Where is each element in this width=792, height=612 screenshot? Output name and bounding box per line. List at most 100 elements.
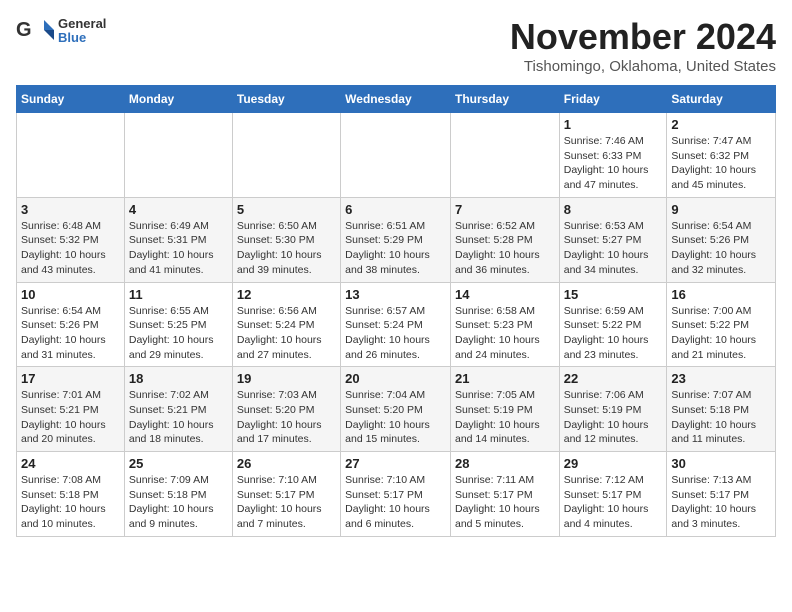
logo-general: General [58, 17, 106, 31]
day-number: 26 [237, 456, 336, 471]
day-cell: 8 Sunrise: 6:53 AM Sunset: 5:27 PM Daylig… [559, 197, 667, 282]
day-cell [232, 113, 340, 198]
day-info: Sunrise: 6:56 AM Sunset: 5:24 PM Dayligh… [237, 304, 336, 363]
day-cell: 26 Sunrise: 7:10 AM Sunset: 5:17 PM Dayli… [232, 452, 340, 537]
day-info: Sunrise: 7:05 AM Sunset: 5:19 PM Dayligh… [455, 388, 555, 447]
day-number: 8 [564, 202, 663, 217]
day-cell [124, 113, 232, 198]
day-number: 9 [671, 202, 771, 217]
day-number: 27 [345, 456, 446, 471]
week-row-1: 1Sunrise: 7:46 AM Sunset: 6:33 PM Daylig… [17, 113, 776, 198]
day-info: Sunrise: 7:03 AM Sunset: 5:20 PM Dayligh… [237, 388, 336, 447]
day-cell: 19 Sunrise: 7:03 AM Sunset: 5:20 PM Dayli… [232, 367, 340, 452]
day-number: 21 [455, 371, 555, 386]
day-cell: 2 Sunrise: 7:47 AM Sunset: 6:32 PM Daylig… [667, 113, 776, 198]
day-info: Sunrise: 6:55 AM Sunset: 5:25 PM Dayligh… [129, 304, 228, 363]
day-number: 10 [21, 287, 120, 302]
day-info: Sunrise: 6:59 AM Sunset: 5:22 PM Dayligh… [564, 304, 663, 363]
day-cell: 24 Sunrise: 7:08 AM Sunset: 5:18 PM Dayli… [17, 452, 125, 537]
day-info: Sunrise: 7:12 AM Sunset: 5:17 PM Dayligh… [564, 473, 663, 532]
day-cell: 9 Sunrise: 6:54 AM Sunset: 5:26 PM Daylig… [667, 197, 776, 282]
day-cell: 16 Sunrise: 7:00 AM Sunset: 5:22 PM Dayli… [667, 282, 776, 367]
weekday-header-wednesday: Wednesday [341, 86, 451, 113]
day-cell: 23 Sunrise: 7:07 AM Sunset: 5:18 PM Dayli… [667, 367, 776, 452]
day-number: 3 [21, 202, 120, 217]
day-info: Sunrise: 6:58 AM Sunset: 5:23 PM Dayligh… [455, 304, 555, 363]
day-info: Sunrise: 6:51 AM Sunset: 5:29 PM Dayligh… [345, 219, 446, 278]
weekday-header-sunday: Sunday [17, 86, 125, 113]
day-number: 7 [455, 202, 555, 217]
day-number: 17 [21, 371, 120, 386]
day-cell [341, 113, 451, 198]
day-cell: 7 Sunrise: 6:52 AM Sunset: 5:28 PM Daylig… [450, 197, 559, 282]
day-cell: 6 Sunrise: 6:51 AM Sunset: 5:29 PM Daylig… [341, 197, 451, 282]
day-number: 15 [564, 287, 663, 302]
month-title: November 2024 [510, 16, 776, 58]
week-row-5: 24 Sunrise: 7:08 AM Sunset: 5:18 PM Dayli… [17, 452, 776, 537]
day-info: Sunrise: 7:01 AM Sunset: 5:21 PM Dayligh… [21, 388, 120, 447]
day-info: Sunrise: 6:57 AM Sunset: 5:24 PM Dayligh… [345, 304, 446, 363]
day-number: 12 [237, 287, 336, 302]
day-cell: 30Sunrise: 7:13 AM Sunset: 5:17 PM Dayli… [667, 452, 776, 537]
week-row-4: 17 Sunrise: 7:01 AM Sunset: 5:21 PM Dayli… [17, 367, 776, 452]
day-number: 22 [564, 371, 663, 386]
day-number: 25 [129, 456, 228, 471]
day-info: Sunrise: 7:04 AM Sunset: 5:20 PM Dayligh… [345, 388, 446, 447]
day-number: 5 [237, 202, 336, 217]
day-cell: 1Sunrise: 7:46 AM Sunset: 6:33 PM Daylig… [559, 113, 667, 198]
day-cell: 29 Sunrise: 7:12 AM Sunset: 5:17 PM Dayli… [559, 452, 667, 537]
day-info: Sunrise: 7:46 AM Sunset: 6:33 PM Dayligh… [564, 134, 663, 193]
title-area: November 2024 Tishomingo, Oklahoma, Unit… [510, 16, 776, 75]
logo-blue: Blue [58, 31, 106, 45]
week-row-2: 3Sunrise: 6:48 AM Sunset: 5:32 PM Daylig… [17, 197, 776, 282]
day-cell: 20 Sunrise: 7:04 AM Sunset: 5:20 PM Dayli… [341, 367, 451, 452]
location: Tishomingo, Oklahoma, United States [510, 58, 776, 75]
day-number: 18 [129, 371, 228, 386]
day-cell: 4Sunrise: 6:49 AM Sunset: 5:31 PM Daylig… [124, 197, 232, 282]
day-cell [17, 113, 125, 198]
day-number: 23 [671, 371, 771, 386]
day-cell: 13 Sunrise: 6:57 AM Sunset: 5:24 PM Dayli… [341, 282, 451, 367]
day-number: 28 [455, 456, 555, 471]
day-cell [450, 113, 559, 198]
day-number: 2 [671, 117, 771, 132]
day-cell: 15 Sunrise: 6:59 AM Sunset: 5:22 PM Dayli… [559, 282, 667, 367]
day-number: 6 [345, 202, 446, 217]
day-cell: 28 Sunrise: 7:11 AM Sunset: 5:17 PM Dayli… [450, 452, 559, 537]
day-number: 14 [455, 287, 555, 302]
weekday-header-thursday: Thursday [450, 86, 559, 113]
day-info: Sunrise: 7:00 AM Sunset: 5:22 PM Dayligh… [671, 304, 771, 363]
weekday-header-tuesday: Tuesday [232, 86, 340, 113]
day-info: Sunrise: 6:50 AM Sunset: 5:30 PM Dayligh… [237, 219, 336, 278]
day-info: Sunrise: 6:49 AM Sunset: 5:31 PM Dayligh… [129, 219, 228, 278]
day-info: Sunrise: 6:53 AM Sunset: 5:27 PM Dayligh… [564, 219, 663, 278]
day-info: Sunrise: 6:54 AM Sunset: 5:26 PM Dayligh… [21, 304, 120, 363]
day-number: 29 [564, 456, 663, 471]
day-info: Sunrise: 7:47 AM Sunset: 6:32 PM Dayligh… [671, 134, 771, 193]
day-info: Sunrise: 7:10 AM Sunset: 5:17 PM Dayligh… [237, 473, 336, 532]
day-number: 20 [345, 371, 446, 386]
day-cell: 11Sunrise: 6:55 AM Sunset: 5:25 PM Dayli… [124, 282, 232, 367]
day-info: Sunrise: 7:06 AM Sunset: 5:19 PM Dayligh… [564, 388, 663, 447]
day-number: 24 [21, 456, 120, 471]
calendar: SundayMondayTuesdayWednesdayThursdayFrid… [16, 85, 776, 537]
day-info: Sunrise: 7:11 AM Sunset: 5:17 PM Dayligh… [455, 473, 555, 532]
day-cell: 18 Sunrise: 7:02 AM Sunset: 5:21 PM Dayli… [124, 367, 232, 452]
day-info: Sunrise: 7:02 AM Sunset: 5:21 PM Dayligh… [129, 388, 228, 447]
day-info: Sunrise: 6:54 AM Sunset: 5:26 PM Dayligh… [671, 219, 771, 278]
weekday-header-saturday: Saturday [667, 86, 776, 113]
day-number: 16 [671, 287, 771, 302]
day-number: 19 [237, 371, 336, 386]
day-cell: 10 Sunrise: 6:54 AM Sunset: 5:26 PM Dayli… [17, 282, 125, 367]
day-info: Sunrise: 7:10 AM Sunset: 5:17 PM Dayligh… [345, 473, 446, 532]
day-number: 13 [345, 287, 446, 302]
day-info: Sunrise: 7:08 AM Sunset: 5:18 PM Dayligh… [21, 473, 120, 532]
day-cell: 22 Sunrise: 7:06 AM Sunset: 5:19 PM Dayli… [559, 367, 667, 452]
day-info: Sunrise: 6:52 AM Sunset: 5:28 PM Dayligh… [455, 219, 555, 278]
day-cell: 3Sunrise: 6:48 AM Sunset: 5:32 PM Daylig… [17, 197, 125, 282]
weekday-header-monday: Monday [124, 86, 232, 113]
day-cell: 21 Sunrise: 7:05 AM Sunset: 5:19 PM Dayli… [450, 367, 559, 452]
day-number: 30 [671, 456, 771, 471]
day-info: Sunrise: 7:07 AM Sunset: 5:18 PM Dayligh… [671, 388, 771, 447]
day-cell: 25Sunrise: 7:09 AM Sunset: 5:18 PM Dayli… [124, 452, 232, 537]
